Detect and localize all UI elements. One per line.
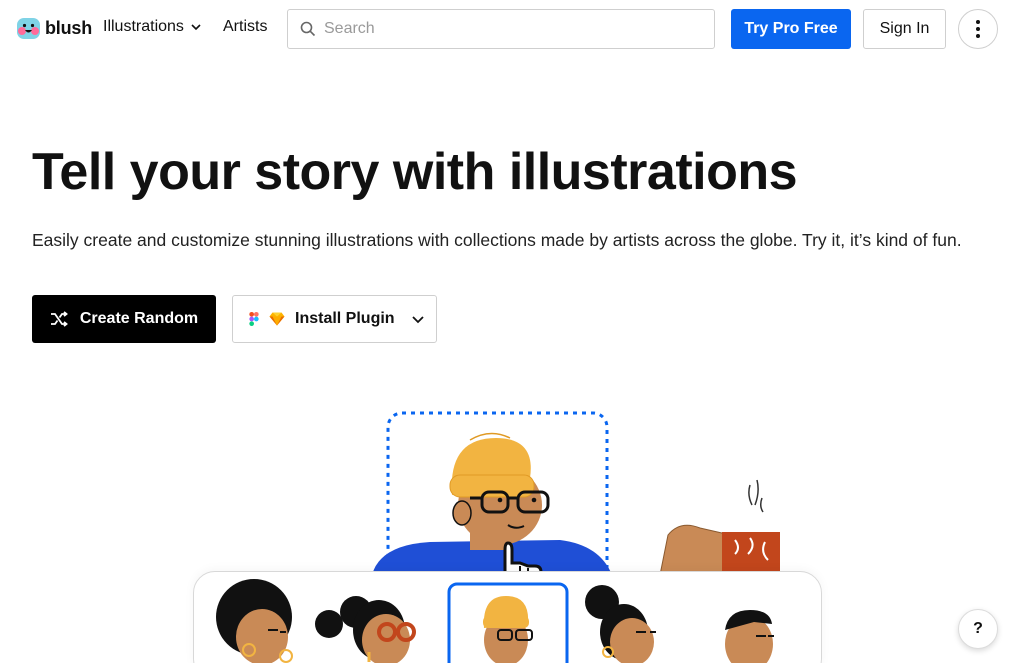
figma-icon: [249, 312, 259, 326]
character-picker-panel: [193, 571, 822, 663]
head-option-top-bun[interactable]: [585, 585, 656, 663]
nav-artists-label: Artists: [223, 18, 268, 35]
chevron-down-icon: [191, 24, 201, 31]
try-pro-free-button[interactable]: Try Pro Free: [731, 9, 851, 49]
install-plugin-label: Install Plugin: [295, 310, 395, 327]
nav-illustrations-dropdown[interactable]: Illustrations: [103, 18, 202, 36]
chevron-down-icon: [411, 316, 424, 324]
logo-text: blush: [45, 17, 92, 38]
head-option-buns-glasses[interactable]: [315, 596, 416, 663]
vertical-dots-icon: [976, 20, 980, 38]
sketch-icon: [269, 312, 285, 326]
create-random-label: Create Random: [79, 310, 199, 327]
sign-in-button[interactable]: Sign In: [863, 9, 946, 49]
top-navbar: blush Illustrations Artists Try Pro Free…: [0, 0, 1014, 58]
blush-logo-icon: [17, 17, 40, 39]
help-button[interactable]: ?: [958, 609, 998, 649]
logo[interactable]: blush: [16, 14, 92, 42]
nav-illustrations-label: Illustrations: [103, 18, 184, 35]
search-box[interactable]: [287, 9, 715, 49]
search-input[interactable]: [324, 20, 684, 38]
install-plugin-dropdown[interactable]: Install Plugin: [232, 295, 437, 343]
search-icon: [300, 21, 316, 37]
hero-illustration: [0, 380, 1014, 663]
hero-title: Tell your story with illustrations: [32, 143, 798, 201]
create-random-button[interactable]: Create Random: [32, 295, 216, 343]
hero-subtitle: Easily create and customize stunning ill…: [32, 230, 962, 250]
head-option-short-hair[interactable]: [725, 610, 774, 663]
head-option-afro[interactable]: [216, 579, 293, 663]
head-option-beanie-selected[interactable]: [483, 596, 533, 663]
more-options-button[interactable]: [958, 9, 998, 49]
shuffle-icon: [50, 311, 68, 327]
nav-artists-link[interactable]: Artists: [223, 18, 267, 36]
character-picker-canvas: [216, 579, 774, 663]
